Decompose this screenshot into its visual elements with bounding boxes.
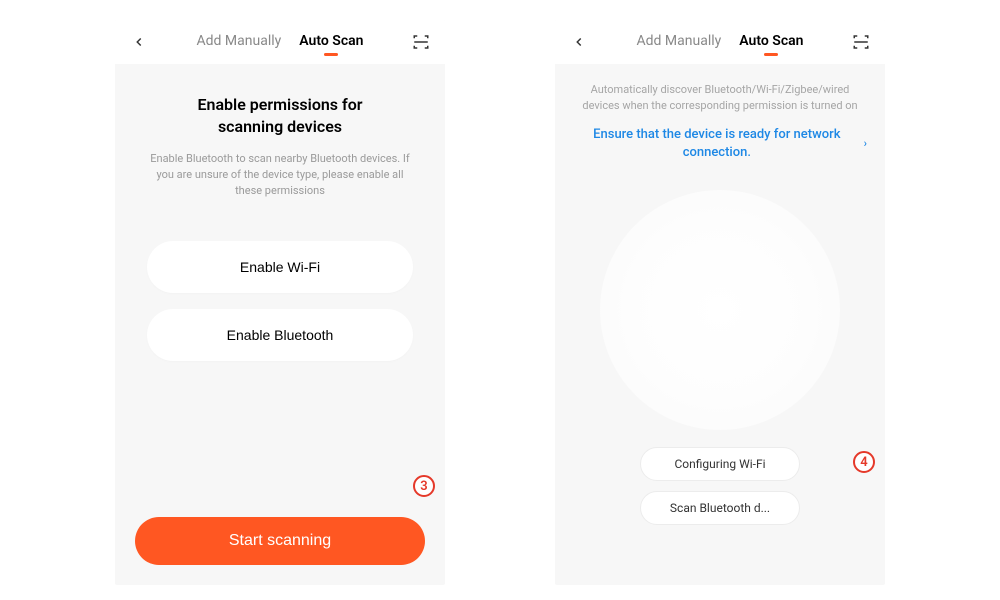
header: Add Manually Auto Scan (555, 20, 885, 64)
configuring-wifi-button[interactable]: Configuring Wi-Fi (640, 447, 800, 481)
back-icon[interactable] (569, 32, 589, 52)
header: Add Manually Auto Scan (115, 20, 445, 64)
status-pills: Configuring Wi-Fi Scan Bluetooth d... (555, 447, 885, 525)
device-ready-link[interactable]: Ensure that the device is ready for netw… (573, 126, 867, 162)
content-area: Automatically discover Bluetooth/Wi-Fi/Z… (555, 64, 885, 430)
tab-bar: Add Manually Auto Scan (589, 33, 851, 52)
chevron-right-icon: › (864, 136, 867, 151)
back-icon[interactable] (129, 32, 149, 52)
permissions-subtext: Enable Bluetooth to scan nearby Bluetoot… (135, 151, 425, 199)
scanning-radar (600, 190, 840, 430)
device-ready-label: Ensure that the device is ready for netw… (573, 126, 861, 162)
discover-description: Automatically discover Bluetooth/Wi-Fi/Z… (573, 82, 867, 114)
permissions-heading: Enable permissions for scanning devices (135, 94, 425, 137)
start-scanning-button[interactable]: Start scanning (135, 517, 425, 565)
step-badge: 4 (853, 451, 875, 473)
scan-bluetooth-button[interactable]: Scan Bluetooth d... (640, 491, 800, 525)
screen-scanning: Add Manually Auto Scan Automatically dis… (555, 20, 885, 585)
tab-add-manually[interactable]: Add Manually (637, 33, 722, 52)
tab-bar: Add Manually Auto Scan (149, 33, 411, 52)
enable-bluetooth-button[interactable]: Enable Bluetooth (147, 309, 413, 361)
tab-auto-scan[interactable]: Auto Scan (299, 33, 363, 52)
screen-permissions: Add Manually Auto Scan Enable permission… (115, 20, 445, 585)
scan-frame-icon[interactable] (411, 32, 431, 52)
scan-frame-icon[interactable] (851, 32, 871, 52)
tab-auto-scan[interactable]: Auto Scan (739, 33, 803, 52)
permission-options: Enable Wi-Fi Enable Bluetooth (135, 241, 425, 361)
step-badge: 3 (413, 475, 435, 497)
content-area: Enable permissions for scanning devices … (115, 64, 445, 361)
enable-wifi-button[interactable]: Enable Wi-Fi (147, 241, 413, 293)
tab-add-manually[interactable]: Add Manually (197, 33, 282, 52)
